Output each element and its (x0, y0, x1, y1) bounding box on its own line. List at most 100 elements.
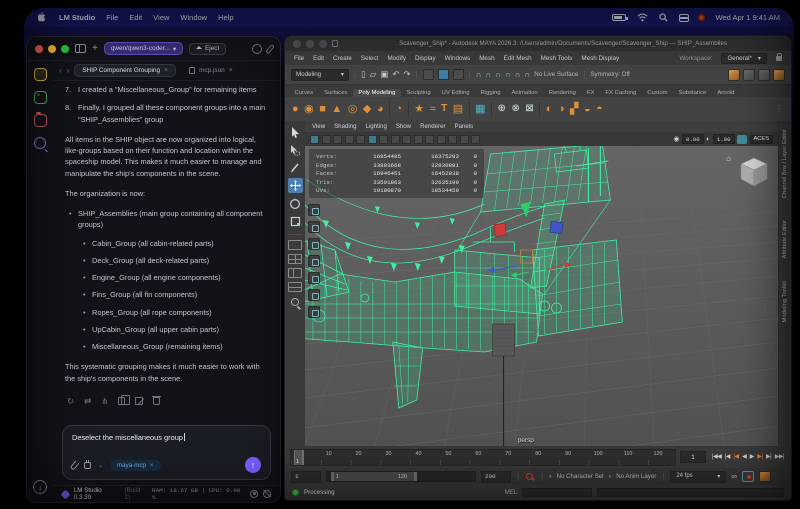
render-settings-icon[interactable] (758, 69, 770, 81)
viewport-canvas[interactable]: Verts:16854495163752930 Edges:3380366832… (305, 146, 778, 446)
shelf-tab-poly-modeling[interactable]: Poly Modeling (353, 89, 401, 97)
poly-plane-icon[interactable]: ◆ (363, 104, 371, 115)
panel-menu-renderer[interactable]: Renderer (420, 123, 445, 130)
super-shape-icon[interactable]: ★ (414, 104, 424, 115)
snap-point-icon[interactable]: ∩ (495, 71, 501, 79)
settings-icon[interactable] (263, 490, 271, 498)
mel-input-field[interactable] (597, 488, 784, 497)
panel-menu-lighting[interactable]: Lighting (365, 123, 386, 130)
unselected-object[interactable] (493, 324, 515, 446)
auto-key-button[interactable] (742, 471, 754, 482)
menu-file[interactable]: File (106, 13, 118, 22)
ipr-render-icon[interactable] (743, 69, 755, 81)
poly-sphere-icon[interactable]: ● (292, 104, 299, 115)
sidebar-item-developer[interactable] (34, 91, 47, 104)
playhead[interactable]: 1 (294, 450, 303, 465)
shaded-mode-icon[interactable] (368, 135, 377, 144)
select-component-icon[interactable] (453, 69, 464, 80)
menu-mesh-tools[interactable]: Mesh Tools (541, 55, 573, 62)
menu-edit-mesh[interactable]: Edit Mesh (504, 55, 532, 62)
account-icon[interactable] (250, 490, 258, 498)
range-bar[interactable]: 1 120 (326, 471, 476, 482)
remove-mcp-icon[interactable]: × (150, 462, 154, 469)
zoom-button[interactable] (61, 45, 69, 53)
current-frame-field[interactable]: 1 (680, 451, 706, 463)
ao-icon[interactable] (425, 135, 434, 144)
move-tool[interactable] (288, 178, 303, 193)
side-tool-icon[interactable] (308, 255, 320, 267)
chat-input-card[interactable]: Deselect the miscellaneous group ⌄ maya-… (62, 425, 271, 480)
viewcube-home-icon[interactable]: ⌂ (726, 154, 731, 163)
mel-label[interactable]: MEL (505, 489, 518, 496)
tab-modeling-toolkit[interactable]: Modeling Toolkit (782, 281, 788, 322)
tab-next-icon[interactable]: › (67, 66, 70, 75)
poly-torus-icon[interactable]: ◎ (348, 104, 358, 115)
animation-start-field[interactable]: 1 (291, 471, 321, 483)
close-button[interactable] (293, 40, 301, 48)
wifi-icon[interactable] (637, 13, 648, 22)
branch-icon[interactable]: ⋔ (101, 395, 108, 408)
mcp-server-pill[interactable]: maya-mcp × (110, 460, 161, 471)
tools-icon[interactable] (265, 43, 274, 53)
light-editor-icon[interactable] (773, 69, 785, 81)
sidebar-item-discover[interactable] (34, 137, 46, 149)
boolean-difference-icon[interactable]: ◑ (558, 104, 565, 115)
sculpt-curve-icon[interactable]: ≈ (430, 104, 436, 115)
shelf-tab-substance[interactable]: Substance (673, 89, 712, 97)
select-tool[interactable] (288, 124, 303, 139)
menu-mesh-display[interactable]: Mesh Display (581, 55, 619, 62)
copy-icon[interactable] (118, 397, 125, 405)
undo-icon[interactable]: ↶ (392, 70, 399, 79)
sidebar-item-my-models[interactable] (34, 114, 47, 127)
side-tool-icon[interactable] (308, 289, 320, 301)
poly-cube-icon[interactable]: ◉ (304, 104, 314, 115)
menu-edit[interactable]: Edit (313, 55, 324, 62)
shelf-tab-sculpting[interactable]: Sculpting (401, 89, 436, 97)
paint-select-tool[interactable] (288, 160, 303, 175)
panel-menu-show[interactable]: Show (396, 123, 411, 130)
camera-attrs-icon[interactable] (333, 135, 342, 144)
new-chat-button[interactable]: + (92, 44, 98, 54)
play-backwards-button[interactable]: ◀ (742, 454, 746, 460)
fps-selector[interactable]: 24 fps ▾ (670, 471, 726, 483)
shelf-tab-custom[interactable]: Custom (642, 89, 673, 97)
timeline-ruler[interactable]: 0 10 20 30 40 50 60 70 80 90 100 110 120… (290, 449, 676, 466)
send-button[interactable]: ↑ (245, 457, 261, 473)
mel-input-left[interactable] (522, 488, 592, 497)
snap-projected-icon[interactable]: ∩ (505, 71, 511, 79)
side-tool-icon[interactable] (308, 272, 320, 284)
step-back-key-button[interactable]: |◀ (733, 454, 738, 460)
playback-loop-icon[interactable]: ∞ (731, 472, 737, 481)
plugin-icon[interactable] (84, 462, 91, 469)
layout-four-pane-button[interactable] (288, 254, 302, 264)
shelf-tab-arnold[interactable]: Arnold (712, 89, 740, 97)
color-management-icon[interactable] (737, 135, 747, 144)
chat-transcript[interactable]: 7. I created a "Miscellaneous_Group" for… (53, 81, 280, 421)
battery-icon[interactable] (612, 14, 626, 21)
model-selector[interactable]: qwen/qwen3-coder... ▾ (104, 42, 183, 55)
go-to-end-button[interactable]: ▶▶| (775, 454, 784, 460)
delete-icon[interactable] (153, 397, 160, 405)
chat-input[interactable]: Deselect the miscellaneous group (72, 433, 261, 442)
shelf-tab-animation[interactable]: Animation (506, 89, 543, 97)
info-icon[interactable] (252, 44, 262, 54)
locator-icon[interactable]: ⊗ (511, 104, 519, 114)
minimize-button[interactable] (48, 45, 56, 53)
attach-file-icon[interactable] (70, 460, 80, 470)
construction-plane-icon[interactable]: ⊕ (498, 104, 506, 114)
menu-help[interactable]: Help (218, 13, 233, 22)
poly-cone-icon[interactable]: ▲ (331, 104, 342, 115)
rotate-tool[interactable] (288, 196, 303, 211)
chevron-down-icon[interactable]: ⌄ (98, 462, 103, 469)
live-surface-status[interactable]: No Live Surface (534, 71, 578, 78)
poly-cylinder-icon[interactable]: ■ (319, 104, 326, 115)
smooth-icon[interactable]: ◓ (596, 104, 603, 115)
render-icon[interactable] (728, 69, 740, 81)
apple-menu-icon[interactable] (38, 12, 48, 24)
snap-view-icon[interactable]: ∩ (515, 71, 521, 79)
isolate-select-icon[interactable] (448, 135, 457, 144)
panel-menu-panels[interactable]: Panels (455, 123, 474, 130)
menu-create[interactable]: Create (333, 55, 352, 62)
character-set-selector[interactable]: No Character Set (557, 473, 604, 480)
wireframe-mode-icon[interactable] (379, 135, 388, 144)
